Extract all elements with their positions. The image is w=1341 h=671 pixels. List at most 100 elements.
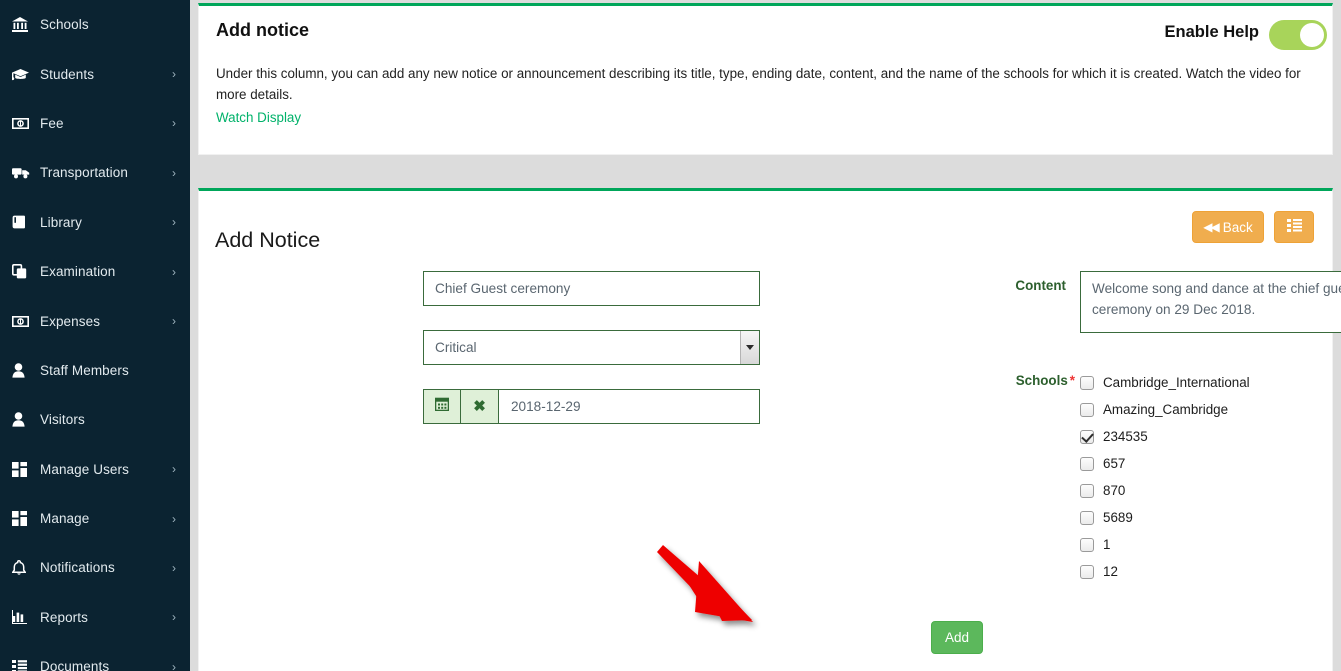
sidebar-item-visitors[interactable]: Visitors	[0, 395, 190, 444]
school-checkbox[interactable]	[1080, 456, 1094, 471]
chevron-right-icon: ›	[172, 264, 176, 279]
sidebar-item-library[interactable]: Library ›	[0, 198, 190, 247]
sidebar-item-label: Staff Members	[40, 362, 129, 378]
sidebar-item-students[interactable]: Students ›	[0, 49, 190, 98]
grid-icon	[12, 461, 38, 477]
schools-required-marker: *	[1069, 373, 1075, 388]
main-content: Add notice Enable Help Under this column…	[190, 0, 1341, 671]
chart-bar-icon	[12, 610, 38, 625]
type-select[interactable]: Critical	[423, 330, 760, 365]
schools-label: Schools *	[1005, 373, 1075, 388]
content-textarea[interactable]: Welcome song and dance at the chief gues…	[1080, 271, 1341, 333]
sidebar-item-label: Examination	[40, 264, 116, 280]
school-option-label: 5689	[1103, 510, 1133, 525]
end-on-input[interactable]: 2018-12-29	[499, 389, 760, 424]
sidebar-item-expenses[interactable]: Expenses ›	[0, 296, 190, 345]
back-button[interactable]: ◀◀ Back	[1192, 211, 1264, 243]
chevron-right-icon: ›	[172, 116, 176, 131]
user-icon	[12, 412, 38, 427]
chevron-right-icon: ›	[172, 560, 176, 575]
page-root: Schools Students › Fee › Transportation › Libra…	[0, 0, 1341, 671]
school-option-label: 234535	[1103, 429, 1148, 444]
content-label: Content	[998, 278, 1068, 293]
sidebar-item-schools[interactable]: Schools	[0, 0, 190, 49]
enable-help-toggle[interactable]	[1269, 20, 1327, 50]
sidebar-item-manage[interactable]: Manage ›	[0, 494, 190, 543]
school-option[interactable]: 657	[1080, 450, 1250, 477]
chevron-right-icon: ›	[172, 165, 176, 180]
school-option[interactable]: 5689	[1080, 504, 1250, 531]
school-checkbox[interactable]	[1080, 429, 1094, 444]
schools-label-text: Schools	[1015, 373, 1068, 388]
sidebar-item-staff-members[interactable]: Staff Members	[0, 346, 190, 395]
add-notice-panel: Add Notice ◀◀ Back Chief Guest ceremony …	[198, 188, 1341, 671]
school-option[interactable]: Cambridge_International	[1080, 369, 1250, 396]
sidebar-item-label: Expenses	[40, 313, 101, 329]
end-on-field-group: ✖ 2018-12-29	[423, 389, 760, 424]
school-checkbox[interactable]	[1080, 402, 1094, 417]
toggle-knob	[1300, 23, 1324, 47]
school-option[interactable]: Amazing_Cambridge	[1080, 396, 1250, 423]
list-icon	[12, 660, 38, 671]
content-textarea-value: Welcome song and dance at the chief gues…	[1092, 281, 1341, 317]
add-button[interactable]: Add	[931, 621, 983, 654]
double-left-arrow-icon: ◀◀	[1203, 220, 1220, 234]
school-checkbox[interactable]	[1080, 483, 1094, 498]
watch-display-link[interactable]: Watch Display	[216, 110, 301, 125]
schools-checkbox-group: Cambridge_International Amazing_Cambridge…	[1080, 369, 1250, 585]
copy-icon	[12, 264, 38, 279]
school-option[interactable]: 12	[1080, 558, 1250, 585]
chevron-down-icon[interactable]	[740, 331, 759, 364]
sidebar-item-label: Visitors	[40, 412, 85, 428]
sidebar-item-manage-users[interactable]: Manage Users ›	[0, 445, 190, 494]
content-required-marker	[1066, 278, 1068, 293]
page-title: Add Notice	[215, 227, 321, 252]
graduation-icon	[12, 68, 38, 81]
sidebar-item-label: Library	[40, 214, 82, 230]
sidebar-item-label: Transportation	[40, 165, 128, 181]
bell-icon	[12, 560, 38, 576]
school-checkbox[interactable]	[1080, 375, 1094, 390]
chevron-right-icon: ›	[172, 610, 176, 625]
money-icon	[12, 117, 38, 129]
help-panel: Add notice Enable Help Under this column…	[198, 3, 1333, 155]
sidebar-item-documents[interactable]: Documents ›	[0, 642, 190, 671]
sidebar-item-reports[interactable]: Reports ›	[0, 593, 190, 642]
school-option[interactable]: 1	[1080, 531, 1250, 558]
sidebar-item-label: Schools	[40, 17, 89, 33]
truck-icon	[12, 166, 38, 179]
title-input[interactable]: Chief Guest ceremony	[423, 271, 760, 306]
content-label-text: Content	[1015, 278, 1066, 293]
chevron-right-icon: ›	[172, 659, 176, 671]
book-icon	[12, 215, 38, 229]
bank-icon	[12, 17, 38, 33]
chevron-right-icon: ›	[172, 215, 176, 230]
money-icon	[12, 315, 38, 327]
school-option[interactable]: 234535	[1080, 423, 1250, 450]
sidebar-item-label: Reports	[40, 609, 88, 625]
school-option-label: Amazing_Cambridge	[1103, 402, 1229, 417]
help-panel-title: Add notice	[216, 20, 309, 40]
school-option-label: 657	[1103, 456, 1126, 471]
notice-list-button[interactable]	[1274, 211, 1314, 243]
clear-date-button[interactable]: ✖	[461, 389, 499, 424]
enable-help-label: Enable Help	[1164, 23, 1259, 41]
sidebar: Schools Students › Fee › Transportation › Libra…	[0, 0, 190, 671]
sidebar-item-notifications[interactable]: Notifications ›	[0, 543, 190, 592]
school-option-label: 870	[1103, 483, 1126, 498]
school-checkbox[interactable]	[1080, 537, 1094, 552]
school-checkbox[interactable]	[1080, 510, 1094, 525]
list-icon	[1286, 219, 1302, 235]
sidebar-item-transportation[interactable]: Transportation ›	[0, 148, 190, 197]
school-option[interactable]: 870	[1080, 477, 1250, 504]
sidebar-item-label: Fee	[40, 115, 64, 131]
school-option-label: Cambridge_International	[1103, 375, 1250, 390]
sidebar-item-label: Documents	[40, 659, 110, 671]
user-icon	[12, 363, 38, 378]
chevron-right-icon: ›	[172, 511, 176, 526]
sidebar-item-fee[interactable]: Fee ›	[0, 99, 190, 148]
school-checkbox[interactable]	[1080, 564, 1094, 579]
sidebar-item-label: Manage Users	[40, 461, 129, 477]
calendar-icon-button[interactable]	[423, 389, 461, 424]
sidebar-item-examination[interactable]: Examination ›	[0, 247, 190, 296]
